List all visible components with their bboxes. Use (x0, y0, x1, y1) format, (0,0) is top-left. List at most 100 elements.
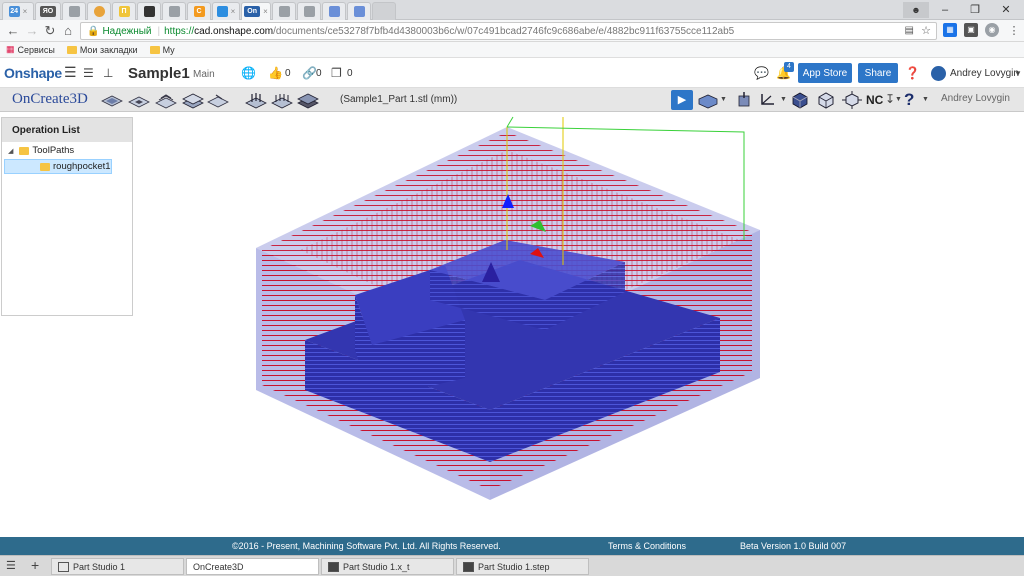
bookmark-label: Сервисы (17, 44, 55, 55)
toolpath-scene[interactable] (134, 112, 1024, 537)
chevron-down-icon[interactable]: ▼ (720, 96, 727, 103)
document-tab-bar: ☰ + Part Studio 1 OnCreate3D Part Studio… (0, 555, 1024, 576)
chat-icon[interactable]: 💬 (754, 66, 769, 80)
tab-part-studio-step[interactable]: Part Studio 1.step (456, 558, 589, 575)
3d-viewport[interactable] (134, 112, 1024, 537)
browser-tab-strip: 24 × ЯО П С × On × ☻ – ❐ ✕ (0, 0, 1024, 20)
contour-icon[interactable] (206, 91, 230, 109)
simulation-stack-icon[interactable] (296, 91, 320, 109)
close-icon[interactable]: × (263, 7, 268, 16)
browser-tab[interactable]: 24 × (2, 2, 34, 20)
bookmark-folder[interactable]: Мои закладки (66, 45, 138, 55)
browser-tab[interactable] (62, 2, 86, 20)
play-simulation-button[interactable]: ▶ (671, 90, 693, 110)
extension-icon[interactable]: ◉ (985, 23, 999, 37)
extension-icon[interactable]: ▦ (943, 23, 957, 37)
insert-icon[interactable]: ⊥ (103, 66, 113, 80)
tool-icon[interactable] (736, 91, 754, 109)
copy-icon[interactable]: ❐ (331, 66, 342, 80)
browser-tab[interactable]: ЯО (35, 2, 61, 20)
back-button[interactable]: ← (5, 23, 21, 39)
tab-part-studio-xt[interactable]: Part Studio 1.x_t (321, 558, 454, 575)
hamburger-menu-icon[interactable]: ☰ (64, 64, 77, 81)
new-tab-button[interactable] (372, 2, 396, 20)
chevron-down-icon[interactable]: ▼ (922, 96, 929, 103)
iso-view-icon[interactable] (790, 91, 810, 109)
forward-button[interactable]: → (24, 23, 40, 39)
user-menu[interactable]: Andrey Lovygin (950, 68, 1019, 79)
tab-part-studio[interactable]: Part Studio 1 (51, 558, 184, 575)
tab-oncreate3d[interactable]: OnCreate3D (186, 558, 319, 575)
tree-node-toolpaths[interactable]: ◢ ToolPaths (8, 145, 74, 156)
notification-badge: 4 (784, 62, 794, 72)
chevron-down-icon[interactable]: ▼ (780, 96, 787, 103)
help-icon[interactable]: ? (904, 90, 914, 110)
help-icon[interactable]: ❓ (905, 66, 920, 80)
browser-tab[interactable] (87, 2, 111, 20)
share-button[interactable]: Share (858, 63, 898, 83)
branch-label[interactable]: Main (193, 69, 215, 80)
home-icon[interactable]: ⌂ (60, 23, 76, 39)
stock-layers-icon[interactable] (181, 91, 205, 109)
avatar[interactable] (931, 66, 946, 81)
tab-manager-icon[interactable]: ☰ (6, 559, 16, 572)
star-icon[interactable]: ☆ (921, 24, 931, 37)
loaded-file-label: (Sample1_Part 1.stl (mm)) (340, 94, 458, 105)
part-studio-icon (58, 561, 69, 572)
chevron-down-icon[interactable]: ▼ (1014, 69, 1022, 78)
drill-icon[interactable] (244, 91, 268, 109)
globe-icon[interactable]: 🌐 (241, 66, 256, 80)
browser-tab[interactable]: С (187, 2, 211, 20)
stock-view-icon[interactable] (697, 91, 719, 109)
browser-tab[interactable]: П (112, 2, 136, 20)
pencil-trace-icon[interactable] (270, 91, 294, 109)
axis-icon[interactable] (758, 91, 780, 109)
onshape-logo[interactable]: Onshape (4, 65, 62, 81)
minimize-button[interactable]: – (932, 2, 958, 18)
tree-node-roughpocket1[interactable]: roughpocket1 (4, 159, 112, 174)
maximize-button[interactable]: ❐ (962, 2, 988, 18)
url-scheme: https:// (164, 25, 195, 37)
bookmark-apps[interactable]: ▦ Сервисы (6, 44, 55, 55)
link-icon[interactable]: 🔗 (302, 66, 317, 80)
chevron-down-icon[interactable]: ▼ (895, 96, 902, 103)
terms-link[interactable]: Terms & Conditions (608, 541, 686, 551)
translate-icon[interactable]: ▤ (905, 25, 914, 36)
tab-favicon (168, 6, 180, 17)
browser-tab[interactable] (162, 2, 186, 20)
like-icon[interactable]: 👍 (268, 66, 283, 80)
browser-tab[interactable] (272, 2, 296, 20)
cube-view-icon[interactable] (816, 91, 836, 109)
close-icon[interactable]: × (231, 7, 236, 16)
tab-label: Part Studio 1.step (478, 561, 550, 572)
collapse-icon[interactable]: ◢ (8, 147, 13, 155)
feature-list-icon[interactable]: ☰ (83, 66, 94, 80)
url-input[interactable]: 🔒 Надежный | https://cad.onshape.com/doc… (80, 22, 937, 40)
browser-tab[interactable] (297, 2, 321, 20)
close-icon[interactable]: × (23, 7, 28, 16)
menu-icon[interactable]: ⋮ (1006, 23, 1022, 39)
close-window-button[interactable]: ✕ (993, 2, 1019, 18)
nc-export-button[interactable]: NC (866, 93, 883, 107)
tab-favicon (93, 6, 105, 17)
app-store-button[interactable]: App Store (798, 63, 852, 83)
rough-pocket-icon[interactable] (100, 91, 124, 109)
browser-tab-active[interactable]: On × (241, 2, 271, 20)
oncreate3d-user-menu[interactable]: Andrey Lovygin (941, 93, 1010, 104)
fit-view-icon[interactable] (841, 91, 863, 109)
bookmark-folder[interactable]: My (149, 45, 175, 55)
reload-button[interactable]: ↻ (42, 23, 58, 39)
oncreate3d-logo: OnCreate3D (12, 91, 88, 107)
waterline-icon[interactable] (154, 91, 178, 109)
browser-tab[interactable] (347, 2, 371, 20)
browser-tab[interactable]: × (212, 2, 240, 20)
add-tab-icon[interactable]: + (31, 557, 39, 573)
document-title[interactable]: Sample1 (128, 65, 190, 82)
extension-icon[interactable]: ▣ (964, 23, 978, 37)
browser-tab[interactable] (322, 2, 346, 20)
browser-tab[interactable] (137, 2, 161, 20)
download-icon[interactable]: ↧ (885, 92, 895, 106)
planar-finish-icon[interactable] (127, 91, 151, 109)
folder-icon (19, 146, 30, 155)
profile-icon[interactable]: ☻ (903, 2, 929, 18)
